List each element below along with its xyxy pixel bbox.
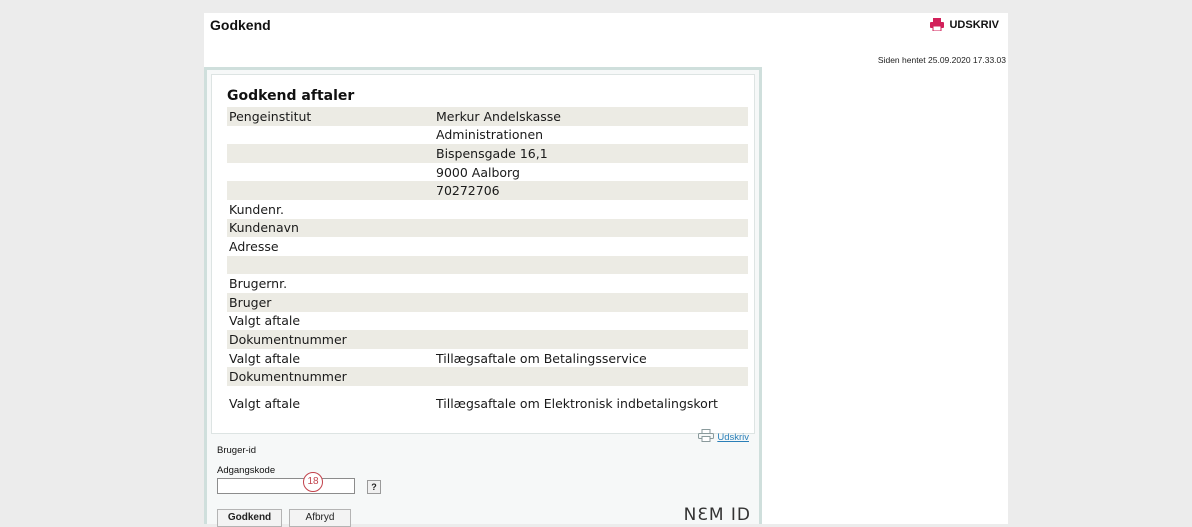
table-row: Dokumentnummer [227, 330, 748, 349]
fetched-timestamp: Siden hentet 25.09.2020 17.33.03 [877, 55, 1006, 65]
print-link[interactable]: Udskriv [698, 429, 749, 445]
row-value: 70272706 [436, 183, 500, 199]
row-label: Valgt aftale [229, 313, 301, 329]
row-label: Kundenr. [229, 201, 284, 217]
print-label: UDSKRIV [949, 18, 999, 31]
approve-button[interactable]: Godkend [217, 509, 282, 527]
table-row [227, 255, 748, 275]
step-marker: 18 [303, 472, 323, 492]
table-row: Administrationen [227, 126, 748, 145]
table-row: Bispensgade 16,1 [227, 144, 748, 163]
table-row: Kundenr. [227, 200, 748, 219]
row-label: Bruger [229, 294, 272, 310]
user-id-label: Bruger-id [217, 445, 257, 456]
printer-outline-icon [698, 429, 715, 445]
table-row: Valgt aftale Tillægsaftale om Betalingsse… [227, 349, 748, 368]
print-link-label: Udskriv [717, 431, 749, 443]
row-value: Merkur Andelskasse [436, 108, 561, 124]
row-value: Bispensgade 16,1 [436, 145, 548, 161]
row-value: Tillægsaftale om Betalingsservice [436, 350, 647, 366]
row-value: Administrationen [436, 127, 544, 143]
row-label: Brugernr. [229, 276, 288, 292]
help-button[interactable]: ? [367, 480, 381, 494]
table-row: 70272706 [227, 181, 748, 200]
table-row: Bruger [227, 292, 748, 312]
row-value: Tillægsaftale om Elektronisk indbetaling… [436, 396, 718, 412]
row-label: Valgt aftale [229, 350, 301, 366]
table-row: Valgt aftale Tillægsaftale om Elektronisk… [227, 386, 748, 422]
cancel-button[interactable]: Afbryd [289, 509, 351, 527]
section-title: Godkend aftaler [227, 88, 355, 104]
password-input[interactable] [217, 478, 355, 494]
table-row: 9000 Aalborg [227, 163, 748, 182]
agreement-panel: Godkend aftaler Pengeinstitut Merkur Ande… [211, 74, 755, 434]
table-row: Pengeinstitut Merkur Andelskasse [227, 107, 748, 126]
table-row: Dokumentnummer [227, 367, 748, 386]
page-title: Godkend [210, 17, 271, 33]
table-row: Adresse [227, 237, 748, 256]
row-value: 9000 Aalborg [436, 164, 520, 180]
nemid-frame: Godkend aftaler Pengeinstitut Merkur Ande… [204, 67, 762, 527]
print-button[interactable]: UDSKRIV [930, 18, 999, 31]
table-row: Brugernr. [227, 274, 748, 293]
nemid-logo: NƐM ID [683, 505, 751, 525]
row-label: Kundenavn [229, 220, 299, 236]
password-label: Adgangskode [217, 465, 276, 476]
page-container: Godkend UDSKRIV Siden hentet 25.09.2020 … [204, 13, 1008, 527]
agreement-table: Pengeinstitut Merkur Andelskasse Administr… [227, 107, 748, 422]
row-label: Valgt aftale [229, 396, 301, 412]
row-label: Dokumentnummer [229, 369, 347, 385]
table-row: Kundenavn [227, 218, 748, 238]
row-label: Pengeinstitut [229, 108, 312, 124]
row-label: Dokumentnummer [229, 331, 347, 347]
printer-icon [930, 18, 945, 31]
table-row: Valgt aftale [227, 312, 748, 331]
row-label: Adresse [229, 238, 279, 254]
